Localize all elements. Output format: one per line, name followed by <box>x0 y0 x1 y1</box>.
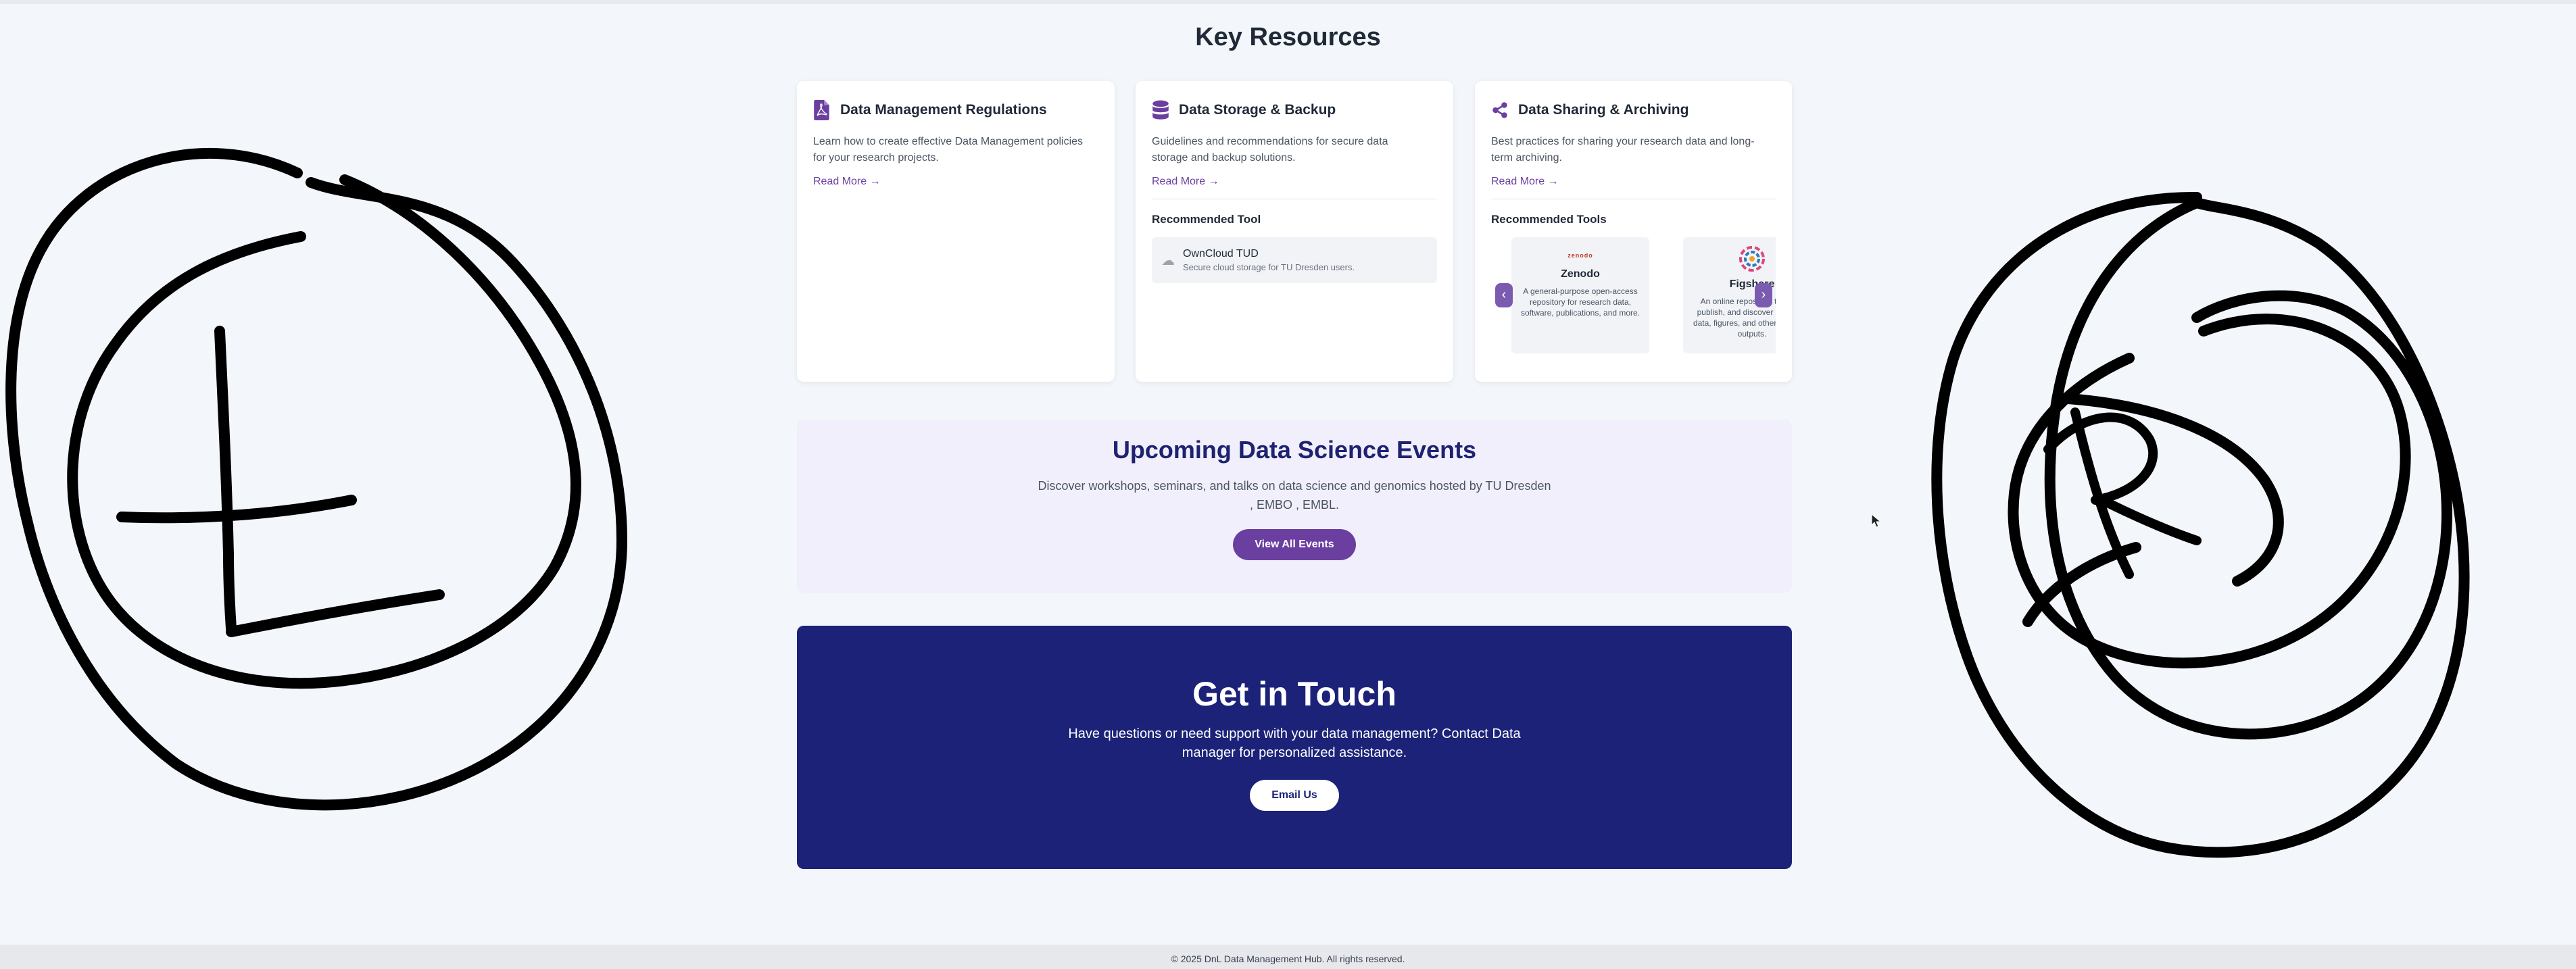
zenodo-logo: zenodo <box>1568 252 1593 259</box>
handwritten-doodle-r <box>1931 191 2470 858</box>
read-more-link[interactable]: Read More → <box>1491 176 1559 188</box>
handwritten-doodle-l <box>5 148 627 811</box>
database-icon <box>1152 100 1169 120</box>
section-title: Key Resources <box>1195 23 1381 51</box>
contact-title: Get in Touch <box>1192 675 1396 713</box>
tool-description: Secure cloud storage for TU Dresden user… <box>1183 262 1355 272</box>
read-more-link[interactable]: Read More → <box>813 176 881 188</box>
card-description: Best practices for sharing your research… <box>1491 136 1755 164</box>
events-section: Upcoming Data Science Events Discover wo… <box>797 420 1792 593</box>
recommended-tool-title: Recommended Tool <box>1152 213 1261 226</box>
card-description: Guidelines and recommendations for secur… <box>1152 136 1388 164</box>
card-description: Learn how to create effective Data Manag… <box>813 136 1084 164</box>
events-title: Upcoming Data Science Events <box>1112 436 1477 464</box>
tool-name: Zenodo <box>1561 268 1600 280</box>
tool-description: A general-purpose open-access repository… <box>1520 287 1641 318</box>
tools-carousel: zenodo Zenodo A general-purpose open-acc… <box>1491 237 1776 353</box>
document-pdf-icon <box>814 100 829 120</box>
contact-description: Have questions or need support with your… <box>1068 726 1521 760</box>
mouse-cursor-icon <box>1871 514 1882 528</box>
footer-copyright: © 2025 DnL Data Management Hub. All righ… <box>1171 953 1405 964</box>
tool-card-zenodo[interactable]: zenodo Zenodo A general-purpose open-acc… <box>1511 237 1649 353</box>
tool-name: OwnCloud TUD <box>1183 248 1259 259</box>
view-all-events-button[interactable]: View All Events <box>1233 529 1356 560</box>
share-icon <box>1492 102 1507 118</box>
contact-section: Get in Touch Have questions or need supp… <box>797 626 1792 869</box>
card-data-management-regulations: Data Management Regulations Learn how to… <box>797 81 1115 382</box>
card-data-sharing-archiving: Data Sharing & Archiving Best practices … <box>1475 81 1792 382</box>
read-more-link[interactable]: Read More → <box>1152 176 1219 188</box>
events-description: Discover workshops, seminars, and talks … <box>1038 479 1551 512</box>
carousel-next-button[interactable]: › <box>1755 283 1772 307</box>
card-data-storage-backup: Data Storage & Backup Guidelines and rec… <box>1136 81 1453 382</box>
top-border <box>0 0 2576 4</box>
card-title: Data Storage & Backup <box>1179 102 1336 118</box>
card-title: Data Sharing & Archiving <box>1518 102 1689 118</box>
figshare-logo <box>1739 246 1765 272</box>
recommended-tools-title: Recommended Tools <box>1491 213 1607 226</box>
email-us-button[interactable]: Email Us <box>1250 780 1339 811</box>
tool-owncloud[interactable]: ☁ OwnCloud TUD Secure cloud storage for … <box>1152 237 1437 283</box>
footer: © 2025 DnL Data Management Hub. All righ… <box>0 945 2576 969</box>
card-title: Data Management Regulations <box>840 102 1047 118</box>
carousel-prev-button[interactable]: ‹ <box>1495 283 1513 307</box>
cloud-icon: ☁ <box>1161 253 1175 268</box>
